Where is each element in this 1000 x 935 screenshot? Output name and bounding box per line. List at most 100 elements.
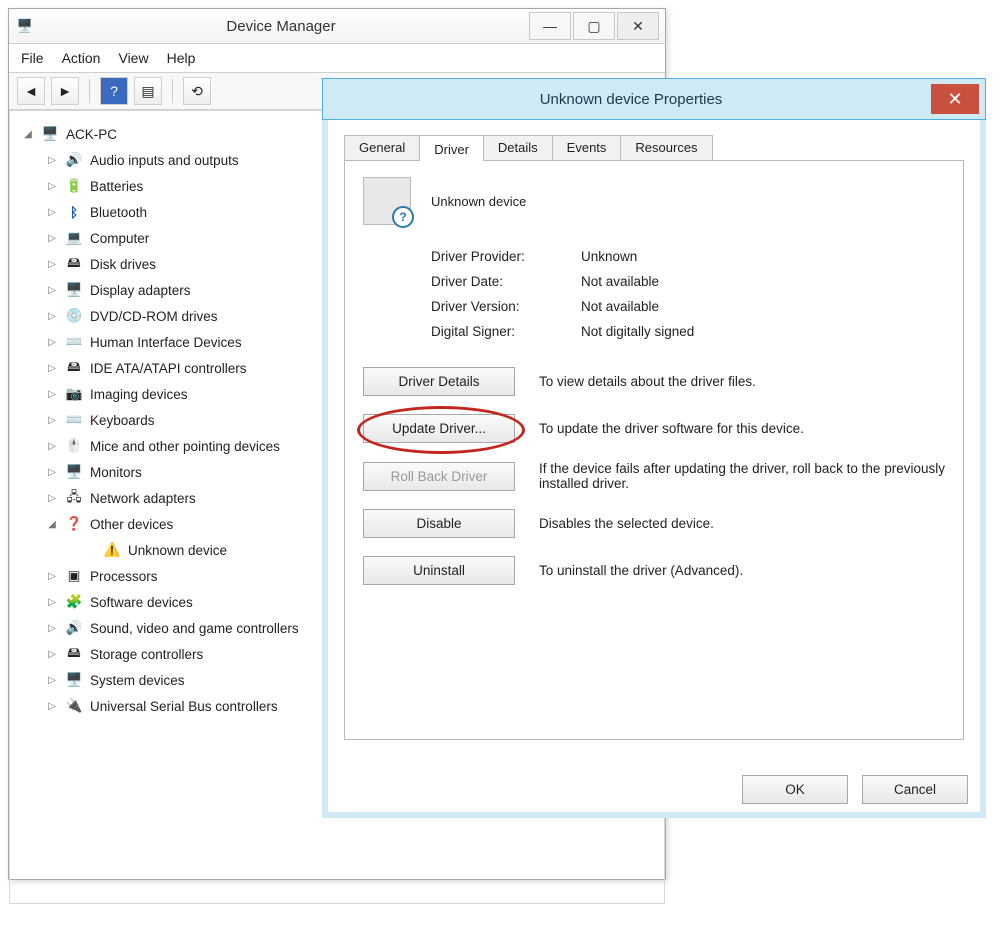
props-titlebar[interactable]: Unknown device Properties ✕: [322, 78, 986, 120]
disclosure-collapsed-icon[interactable]: ▷: [46, 701, 58, 712]
other-icon: ❓: [64, 514, 84, 534]
uninstall-button[interactable]: Uninstall: [363, 556, 515, 585]
properties-dialog: Unknown device Properties ✕ General Driv…: [322, 78, 986, 816]
disk-icon: 🖴: [64, 254, 84, 274]
disclosure-collapsed-icon[interactable]: ▷: [46, 415, 58, 426]
mouse-icon: 🖱️: [64, 436, 84, 456]
tab-resources[interactable]: Resources: [620, 135, 712, 161]
tree-label: System devices: [90, 673, 185, 688]
storage-icon: 🖴: [64, 644, 84, 664]
battery-icon: 🔋: [64, 176, 84, 196]
separator: [89, 79, 90, 103]
toolbar-refresh-icon[interactable]: ⟲: [183, 77, 211, 105]
driver-tab-panel: ? Unknown device Driver Provider: Unknow…: [344, 160, 964, 740]
driver-details-button[interactable]: Driver Details: [363, 367, 515, 396]
tab-general[interactable]: General: [344, 135, 420, 161]
computer-icon: 💻: [64, 228, 84, 248]
tree-label: Processors: [90, 569, 158, 584]
update-driver-button[interactable]: Update Driver...: [363, 414, 515, 443]
usb-icon: 🔌: [64, 696, 84, 716]
disclosure-collapsed-icon[interactable]: ▷: [46, 181, 58, 192]
disclosure-collapsed-icon[interactable]: ▷: [46, 389, 58, 400]
close-button[interactable]: ✕: [931, 84, 979, 114]
props-title: Unknown device Properties: [331, 91, 931, 108]
tree-label: Audio inputs and outputs: [90, 153, 239, 168]
tree-label: Human Interface Devices: [90, 335, 242, 350]
uninstall-desc: To uninstall the driver (Advanced).: [539, 563, 743, 578]
tab-driver[interactable]: Driver: [419, 135, 484, 161]
disclosure-collapsed-icon[interactable]: ▷: [46, 571, 58, 582]
disable-button[interactable]: Disable: [363, 509, 515, 538]
minimize-button[interactable]: —: [529, 12, 571, 40]
disclosure-collapsed-icon[interactable]: ▷: [46, 597, 58, 608]
disclosure-collapsed-icon[interactable]: ▷: [46, 207, 58, 218]
ide-icon: 🖴: [64, 358, 84, 378]
disclosure-collapsed-icon[interactable]: ▷: [46, 493, 58, 504]
dm-title: Device Manager: [35, 18, 527, 35]
disclosure-collapsed-icon[interactable]: ▷: [46, 623, 58, 634]
signer-label: Digital Signer:: [431, 324, 581, 339]
toolbar-fwd-icon[interactable]: ►: [51, 77, 79, 105]
tree-label: Software devices: [90, 595, 193, 610]
tree-label: Display adapters: [90, 283, 191, 298]
disclosure-expanded-icon[interactable]: ◢: [46, 519, 58, 530]
computer-icon: 🖥️: [40, 124, 60, 144]
disclosure-collapsed-icon[interactable]: ▷: [46, 675, 58, 686]
hid-icon: ⌨️: [64, 332, 84, 352]
menu-file[interactable]: File: [21, 50, 44, 66]
sound-icon: 🔊: [64, 618, 84, 638]
ok-button[interactable]: OK: [742, 775, 848, 804]
unknown-device-icon: ?: [363, 177, 411, 225]
separator: [172, 79, 173, 103]
disclosure-collapsed-icon[interactable]: ▷: [46, 285, 58, 296]
tree-label: Unknown device: [128, 543, 227, 558]
menu-view[interactable]: View: [118, 50, 148, 66]
tree-label: Monitors: [90, 465, 142, 480]
close-button[interactable]: ✕: [617, 12, 659, 40]
disclosure-collapsed-icon[interactable]: ▷: [46, 311, 58, 322]
software-icon: 🧩: [64, 592, 84, 612]
camera-icon: 📷: [64, 384, 84, 404]
disclosure-collapsed-icon[interactable]: ▷: [46, 259, 58, 270]
tree-label: Other devices: [90, 517, 173, 532]
signer-value: Not digitally signed: [581, 324, 945, 339]
disclosure-collapsed-icon[interactable]: ▷: [46, 467, 58, 478]
tree-label: Universal Serial Bus controllers: [90, 699, 278, 714]
tree-label: Imaging devices: [90, 387, 188, 402]
tree-label: Sound, video and game controllers: [90, 621, 299, 636]
dm-menubar: File Action View Help: [9, 44, 665, 73]
tab-events[interactable]: Events: [552, 135, 622, 161]
toolbar-help-icon[interactable]: ?: [100, 77, 128, 105]
disclosure-collapsed-icon[interactable]: ▷: [46, 441, 58, 452]
disclosure-collapsed-icon[interactable]: ▷: [46, 649, 58, 660]
tree-label: Network adapters: [90, 491, 196, 506]
network-icon: 🖧: [64, 488, 84, 508]
monitor-icon: 🖥️: [64, 462, 84, 482]
maximize-button[interactable]: ▢: [573, 12, 615, 40]
device-name: Unknown device: [431, 194, 526, 209]
disclosure-collapsed-icon[interactable]: ▷: [46, 363, 58, 374]
toolbar-back-icon[interactable]: ◄: [17, 77, 45, 105]
tree-label: Mice and other pointing devices: [90, 439, 280, 454]
speaker-icon: 🔊: [64, 150, 84, 170]
disable-desc: Disables the selected device.: [539, 516, 714, 531]
disclosure-collapsed-icon[interactable]: ▷: [46, 337, 58, 348]
disclosure-collapsed-icon[interactable]: ▷: [46, 155, 58, 166]
disclosure-collapsed-icon[interactable]: ▷: [46, 233, 58, 244]
version-value: Not available: [581, 299, 945, 314]
tab-details[interactable]: Details: [483, 135, 553, 161]
keyboard-icon: ⌨️: [64, 410, 84, 430]
update-driver-desc: To update the driver software for this d…: [539, 421, 804, 436]
provider-value: Unknown: [581, 249, 945, 264]
tree-label: Keyboards: [90, 413, 155, 428]
tree-label: Storage controllers: [90, 647, 203, 662]
menu-help[interactable]: Help: [167, 50, 196, 66]
props-body: General Driver Details Events Resources …: [322, 120, 986, 818]
date-label: Driver Date:: [431, 274, 581, 289]
disclosure-expanded-icon[interactable]: ◢: [22, 129, 34, 140]
toolbar-prop-icon[interactable]: ▤: [134, 77, 162, 105]
menu-action[interactable]: Action: [62, 50, 101, 66]
dm-titlebar[interactable]: 🖥️ Device Manager — ▢ ✕: [9, 9, 665, 44]
cancel-button[interactable]: Cancel: [862, 775, 968, 804]
warning-icon: ⚠️: [102, 540, 122, 560]
